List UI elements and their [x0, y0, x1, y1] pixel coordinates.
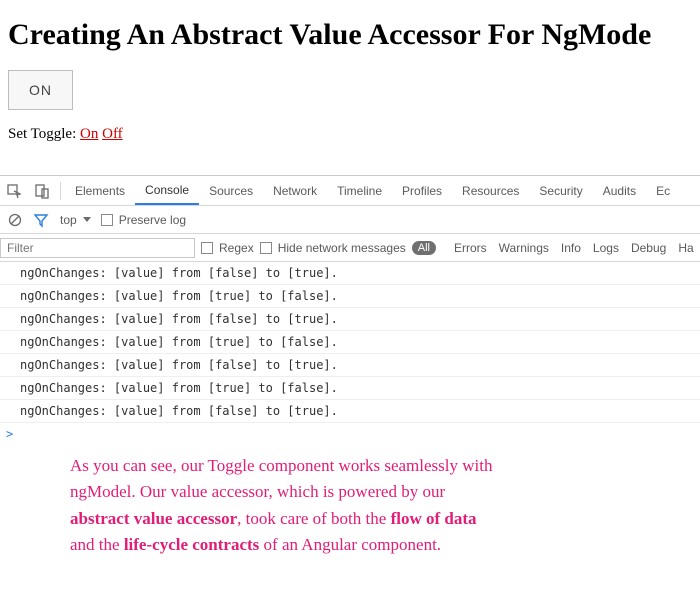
tab-profiles[interactable]: Profiles	[392, 176, 452, 205]
level-ha[interactable]: Ha	[678, 241, 693, 255]
set-toggle-off-link[interactable]: Off	[102, 126, 123, 142]
filter-icon[interactable]	[32, 206, 50, 233]
tab-elements[interactable]: Elements	[65, 176, 135, 205]
tab-security[interactable]: Security	[529, 176, 592, 205]
console-row: ngOnChanges: [value] from [true] to [fal…	[0, 331, 700, 354]
tab-network[interactable]: Network	[263, 176, 327, 205]
annotation-line: ngModel. Our value accessor, which is po…	[70, 482, 445, 501]
checkbox-icon	[201, 242, 213, 254]
annotation-line: and the	[70, 535, 124, 554]
checkbox-icon	[101, 214, 113, 226]
console-row: ngOnChanges: [value] from [true] to [fal…	[0, 377, 700, 400]
hide-network-checkbox[interactable]: Hide network messages	[260, 241, 406, 255]
chevron-down-icon	[83, 217, 91, 222]
annotation-strong: flow of data	[391, 509, 477, 528]
tab-sources[interactable]: Sources	[199, 176, 263, 205]
hide-network-label: Hide network messages	[278, 241, 406, 255]
console-row: ngOnChanges: [value] from [false] to [tr…	[0, 354, 700, 377]
console-output: ngOnChanges: [value] from [false] to [tr…	[0, 262, 700, 423]
regex-label: Regex	[219, 241, 254, 255]
preserve-log-label: Preserve log	[119, 213, 186, 227]
inspect-element-icon[interactable]	[0, 176, 28, 205]
console-filter-bar: Regex Hide network messages All Errors Wa…	[0, 234, 700, 262]
filter-input[interactable]	[0, 238, 195, 258]
annotation-strong: abstract value accessor	[70, 509, 237, 528]
tab-ec[interactable]: Ec	[646, 176, 680, 205]
console-row: ngOnChanges: [value] from [false] to [tr…	[0, 400, 700, 423]
console-row: ngOnChanges: [value] from [true] to [fal…	[0, 285, 700, 308]
tab-timeline[interactable]: Timeline	[327, 176, 392, 205]
context-selector[interactable]: top	[56, 213, 95, 227]
annotation-line: , took care of both the	[237, 509, 390, 528]
console-row: ngOnChanges: [value] from [false] to [tr…	[0, 262, 700, 285]
set-toggle-on-link[interactable]: On	[80, 126, 98, 142]
annotation-line: of an Angular component.	[259, 535, 441, 554]
level-logs[interactable]: Logs	[593, 241, 619, 255]
annotation-text: As you can see, our Toggle component wor…	[0, 445, 700, 578]
devtools-tab-strip: ElementsConsoleSourcesNetworkTimelinePro…	[0, 176, 700, 206]
page-title: Creating An Abstract Value Accessor For …	[8, 18, 692, 52]
tab-resources[interactable]: Resources	[452, 176, 529, 205]
device-toolbar-icon[interactable]	[28, 176, 56, 205]
preserve-log-checkbox[interactable]: Preserve log	[101, 213, 186, 227]
set-toggle-line: Set Toggle: On Off	[8, 126, 692, 143]
set-toggle-label: Set Toggle:	[8, 126, 80, 142]
annotation-strong: life-cycle contracts	[124, 535, 259, 554]
level-warnings[interactable]: Warnings	[499, 241, 549, 255]
clear-console-icon[interactable]	[4, 206, 26, 233]
tab-divider	[60, 182, 61, 200]
console-toolbar: top Preserve log	[0, 206, 700, 234]
console-prompt[interactable]: >	[0, 423, 700, 445]
console-row: ngOnChanges: [value] from [false] to [tr…	[0, 308, 700, 331]
level-all-pill[interactable]: All	[412, 241, 436, 255]
context-selector-label: top	[60, 213, 77, 227]
regex-checkbox[interactable]: Regex	[201, 241, 254, 255]
level-info[interactable]: Info	[561, 241, 581, 255]
checkbox-icon	[260, 242, 272, 254]
tab-audits[interactable]: Audits	[593, 176, 646, 205]
tab-console[interactable]: Console	[135, 176, 199, 205]
level-errors[interactable]: Errors	[454, 241, 487, 255]
annotation-line: As you can see, our Toggle component wor…	[70, 456, 492, 475]
level-debug[interactable]: Debug	[631, 241, 666, 255]
devtools-panel: ElementsConsoleSourcesNetworkTimelinePro…	[0, 175, 700, 578]
toggle-button[interactable]: ON	[8, 70, 73, 110]
